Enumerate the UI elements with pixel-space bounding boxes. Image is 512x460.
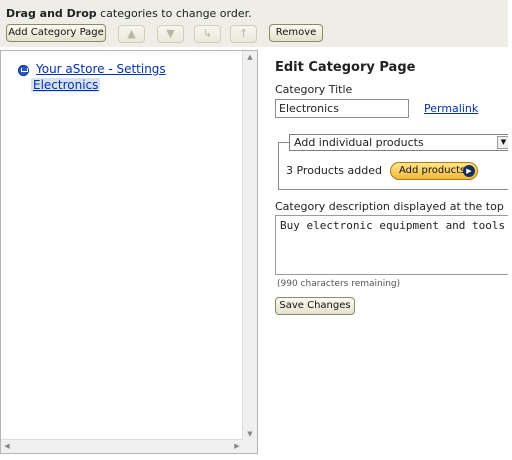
scroll-down-icon[interactable]: ▼ [243, 428, 257, 440]
horizontal-scrollbar[interactable]: ◀ ▶ [1, 439, 243, 453]
products-added-text: 3 Products added [286, 164, 382, 177]
category-tree-pane: ▲ ▼ ◀ ▶ [0, 50, 258, 454]
scroll-right-icon[interactable]: ▶ [231, 440, 243, 453]
add-category-page-button[interactable]: Add Category Page [6, 24, 106, 42]
up-arrow-icon[interactable]: ▲ [118, 25, 145, 43]
down-arrow-icon[interactable]: ▼ [157, 25, 184, 43]
add-products-label: Add products [399, 165, 466, 176]
description-label: Category description displayed at the to… [275, 200, 504, 213]
window-edge [508, 0, 512, 460]
scroll-left-icon[interactable]: ◀ [1, 440, 13, 453]
vertical-scrollbar[interactable]: ▲ ▼ [242, 51, 257, 453]
select-value: Add individual products [294, 136, 424, 149]
category-title-label: Category Title [275, 83, 353, 96]
indent-icon[interactable]: ↳ [194, 25, 221, 43]
outdent-icon[interactable]: ↑ [230, 25, 257, 43]
product-source-select[interactable]: Add individual products ▼ [289, 134, 512, 151]
page-title: Edit Category Page [275, 60, 416, 75]
scroll-up-icon[interactable]: ▲ [243, 51, 257, 63]
play-icon: ▶ [463, 165, 475, 177]
save-changes-button[interactable]: Save Changes [275, 297, 355, 315]
toolbar: Drag and Drop categories to change order… [0, 0, 512, 47]
tree-item-electronics[interactable]: Electronics [31, 78, 101, 92]
permalink-link[interactable]: Permalink [424, 102, 478, 115]
add-products-button[interactable]: Add products ▶ [390, 162, 478, 180]
chars-remaining: (990 characters remaining) [277, 279, 401, 289]
description-textarea[interactable]: Buy electronic equipment and tools [275, 215, 512, 275]
category-title-input[interactable]: Electronics [275, 99, 409, 118]
cart-icon [18, 65, 29, 76]
remove-button[interactable]: Remove [269, 24, 323, 42]
drag-drop-hint: Drag and Drop categories to change order… [6, 7, 252, 20]
tree-root-link[interactable]: Your aStore - Settings [36, 62, 166, 76]
